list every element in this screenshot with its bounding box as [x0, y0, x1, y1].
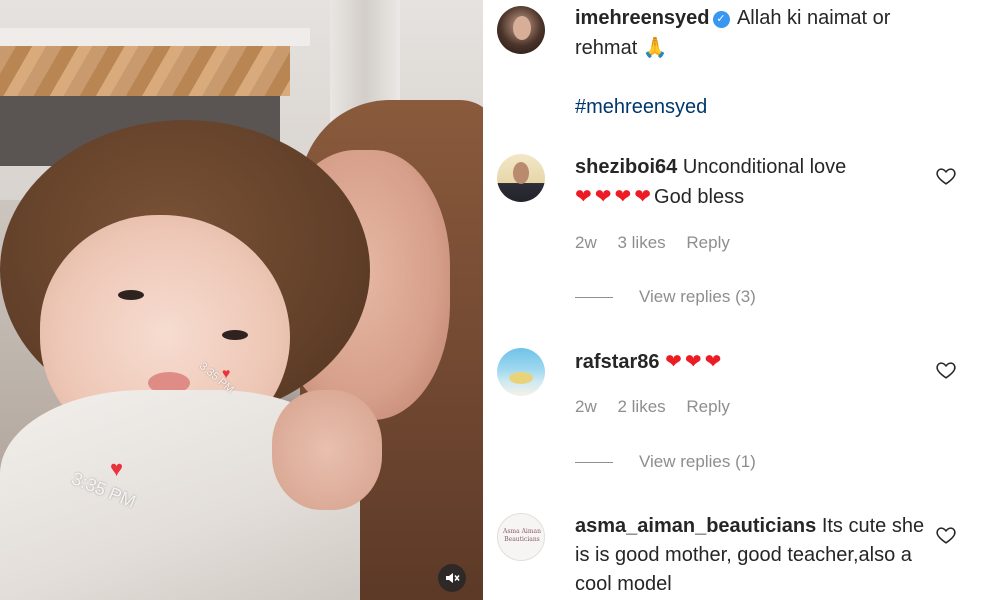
avatar-sheziboi64[interactable]	[497, 154, 545, 202]
reply-button[interactable]: Reply	[686, 397, 729, 416]
comment-username[interactable]: sheziboi64	[575, 156, 677, 178]
caption-emoji: 🙏	[642, 35, 668, 59]
post-photo[interactable]: ♥ ♥ 3:35 PM 3:35 PM	[0, 0, 483, 600]
view-replies-button[interactable]: View replies (3)	[575, 287, 756, 307]
caption-hashtag[interactable]: #mehreensyed	[575, 93, 945, 122]
speaker-muted-icon	[446, 573, 460, 583]
comment-likes[interactable]: 3 likes	[617, 233, 665, 252]
avatar-imehreensyed[interactable]	[497, 6, 545, 54]
view-replies-label[interactable]: View replies (1)	[639, 452, 756, 472]
mute-button[interactable]	[438, 564, 466, 592]
avatar-rafstar86[interactable]	[497, 348, 545, 396]
comment-username[interactable]: rafstar86	[575, 351, 660, 373]
comment-1: sheziboi64 Unconditional love ❤❤❤❤God bl…	[575, 153, 945, 212]
caption-username[interactable]: imehreensyed	[575, 7, 710, 29]
photo-mantel	[0, 28, 310, 46]
divider-line	[575, 296, 613, 298]
photo-wood-panel	[0, 46, 290, 96]
comment-meta: 2w 3 likes Reply	[575, 233, 746, 253]
comments-panel: imehreensyed ✓ Allah ki naimat or rehmat …	[483, 0, 1000, 600]
verified-badge-icon: ✓	[712, 11, 730, 28]
photo-child-eye-right	[222, 330, 248, 340]
comment-meta: 2w 2 likes Reply	[575, 397, 746, 417]
avatar-logo-text: Asma Aiman Beauticians	[503, 528, 541, 543]
comment-text-2: God bless	[654, 186, 745, 208]
post-caption: imehreensyed ✓ Allah ki naimat or rehmat …	[575, 4, 945, 63]
comment-username[interactable]: asma_aiman_beauticians	[575, 515, 816, 537]
photo-child-eye-left	[118, 290, 144, 300]
heart-sticker-icon: ♥	[110, 456, 124, 481]
comment-time: 2w	[575, 233, 597, 252]
comment-hearts: ❤❤❤❤	[575, 184, 655, 208]
heart-like-icon[interactable]	[935, 165, 957, 187]
divider-line	[575, 461, 613, 463]
comment-3: asma_aiman_beauticians Its cute she is i…	[575, 512, 925, 599]
heart-like-icon[interactable]	[935, 524, 957, 546]
reply-button[interactable]: Reply	[686, 233, 729, 252]
view-replies-label[interactable]: View replies (3)	[639, 287, 756, 307]
heart-like-icon[interactable]	[935, 359, 957, 381]
avatar-asma-aiman-beauticians[interactable]: Asma Aiman Beauticians	[497, 513, 545, 561]
photo-child-hand	[272, 390, 382, 510]
comment-2: rafstar86 ❤❤❤	[575, 347, 945, 377]
view-replies-button[interactable]: View replies (1)	[575, 452, 756, 472]
comment-hearts: ❤❤❤	[665, 349, 725, 373]
comment-time: 2w	[575, 397, 597, 416]
comment-likes[interactable]: 2 likes	[617, 397, 665, 416]
comment-text: Unconditional love	[682, 156, 847, 178]
